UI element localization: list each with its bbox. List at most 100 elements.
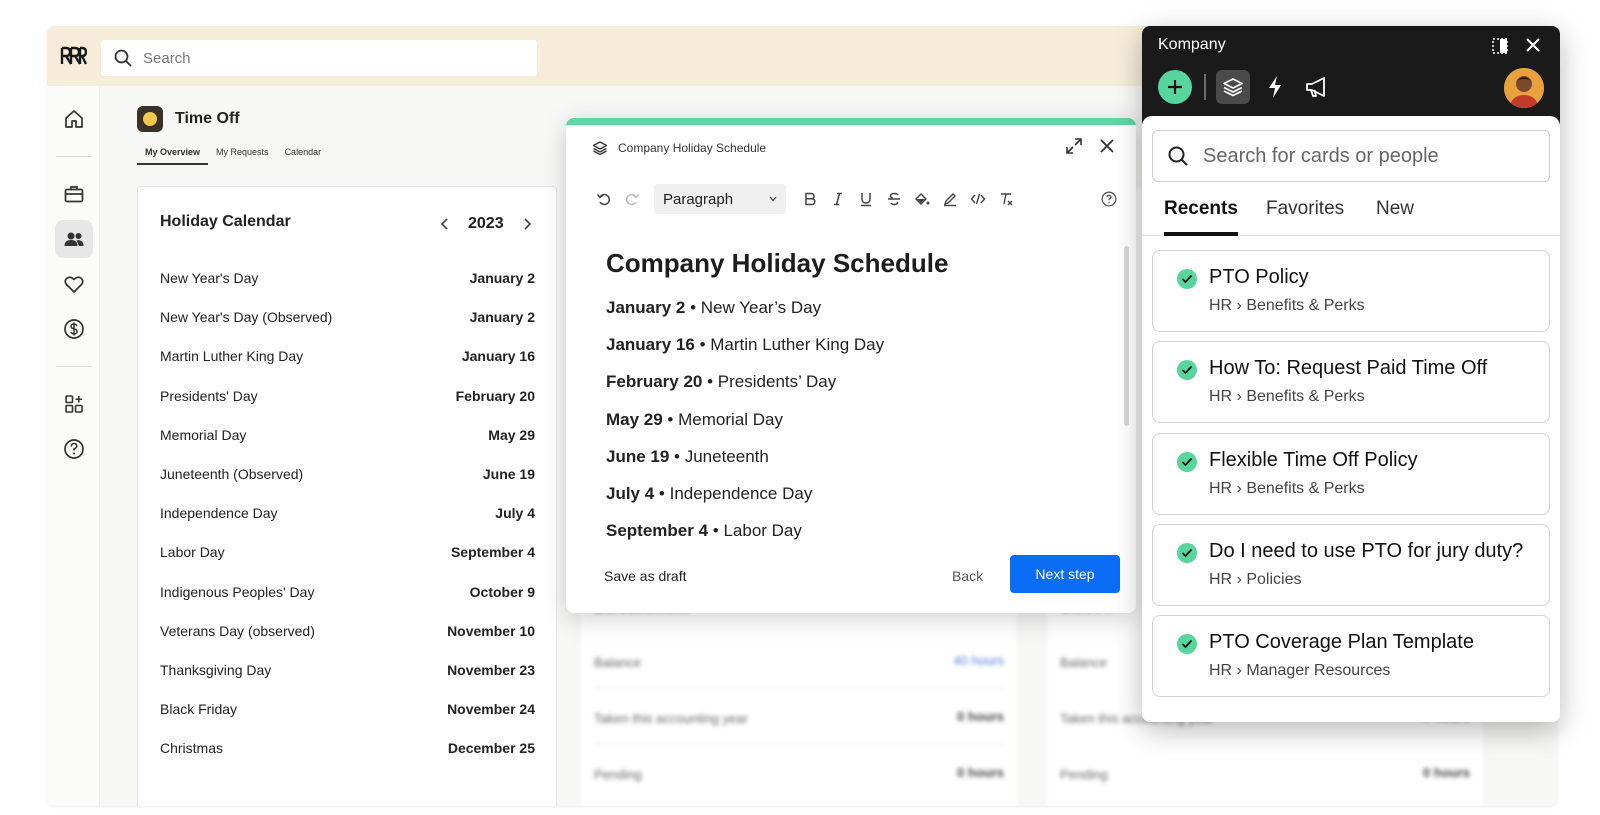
tab-my-overview[interactable]: My Overview — [137, 144, 209, 165]
editor-help-button[interactable] — [1096, 186, 1122, 212]
knowledge-card[interactable]: Flexible Time Off Policy HR › Benefits & … — [1152, 432, 1550, 515]
holiday-name: Memorial Day — [160, 426, 247, 443]
highlighter-icon — [943, 193, 956, 207]
bullet-separator: • — [662, 409, 679, 429]
bold-button[interactable] — [796, 184, 824, 214]
holiday-date: February 20 — [606, 372, 703, 392]
card-breadcrumb: HR › Manager Resources — [1209, 662, 1390, 680]
card-search-input[interactable] — [1203, 144, 1533, 168]
holiday-row: Presidents' Day February 20 — [160, 385, 535, 407]
tab-favorites[interactable]: Favorites — [1266, 198, 1344, 236]
knowledge-card[interactable]: How To: Request Paid Time Off HR › Benefi… — [1152, 341, 1550, 424]
balance-label: Balance — [1060, 655, 1107, 670]
close-icon[interactable] — [1522, 34, 1544, 56]
holiday-date: February 20 — [455, 387, 535, 404]
holiday-row: Thanksgiving Day November 23 — [160, 659, 535, 681]
page-tabs: My Overview My Requests Calendar — [137, 144, 329, 165]
document-line: May 29 • Memorial Day — [606, 410, 783, 430]
underline-button[interactable] — [852, 184, 880, 214]
pending-value: 0 hours — [957, 765, 1004, 780]
highlight-button[interactable] — [936, 184, 964, 214]
prev-year-button[interactable] — [434, 213, 456, 235]
redo-button[interactable] — [618, 184, 646, 214]
knowledge-card[interactable]: Do I need to use PTO for jury duty? HR › … — [1152, 523, 1550, 606]
document-line: July 4 • Independence Day — [606, 484, 812, 504]
strikethrough-button[interactable] — [880, 184, 908, 214]
sidebar-item-jobs[interactable] — [55, 175, 93, 213]
document-title[interactable]: Company Holiday Schedule — [606, 248, 948, 279]
global-search[interactable] — [101, 40, 537, 76]
block-type-select[interactable]: Paragraph — [654, 184, 786, 214]
bold-icon — [805, 192, 816, 206]
holiday-date: January 16 — [606, 335, 695, 355]
search-icon — [114, 49, 132, 67]
sidebar-item-apps[interactable] — [55, 385, 93, 423]
close-icon[interactable] — [1096, 135, 1118, 157]
time-off-app-icon — [137, 106, 163, 132]
card-search[interactable] — [1152, 130, 1550, 182]
holiday-date: January 2 — [469, 309, 535, 326]
knowledge-card[interactable]: PTO Policy HR › Benefits & Perks — [1152, 250, 1550, 332]
holiday-date: October 9 — [469, 583, 535, 600]
italic-button[interactable] — [824, 184, 852, 214]
tab-new[interactable]: New — [1376, 198, 1414, 236]
holiday-calendar-title: Holiday Calendar — [160, 213, 291, 230]
tab-my-requests[interactable]: My Requests — [208, 144, 277, 165]
undo-button[interactable] — [590, 184, 618, 214]
back-button[interactable]: Back — [952, 568, 983, 584]
holiday-name: Presidents’ Day — [717, 372, 837, 392]
clear-format-button[interactable] — [992, 184, 1020, 214]
card-title: How To: Request Paid Time Off — [1209, 357, 1488, 380]
bullet-separator: • — [685, 298, 701, 317]
sidebar-item-help[interactable] — [55, 430, 93, 468]
search-input[interactable] — [143, 49, 523, 67]
next-step-button[interactable]: Next step — [1010, 555, 1120, 593]
holiday-name: Martin Luther King Day — [710, 335, 885, 355]
holiday-date: September 4 — [450, 544, 535, 561]
save-draft-button[interactable]: Save as draft — [604, 568, 687, 584]
breadcrumb-separator: › — [1232, 479, 1247, 497]
company-logo-icon[interactable] — [59, 44, 87, 68]
holiday-name: New Year’s Day — [700, 298, 822, 317]
strikethrough-icon — [888, 192, 900, 206]
expand-icon[interactable] — [1064, 136, 1084, 156]
holiday-name: Labor Day — [160, 544, 225, 561]
pending-label: Pending — [1060, 767, 1108, 782]
holiday-name: Christmas — [160, 740, 224, 757]
fill-color-button[interactable] — [908, 184, 936, 214]
editor-header: Company Holiday Schedule — [592, 140, 766, 156]
next-year-button[interactable] — [516, 213, 538, 235]
sidebar-item-people[interactable] — [55, 220, 93, 258]
code-button[interactable] — [964, 184, 992, 214]
editor-header-title: Company Holiday Schedule — [618, 141, 767, 155]
dock-panel-icon[interactable] — [1490, 36, 1510, 56]
automations-button[interactable] — [1260, 72, 1290, 102]
add-button[interactable] — [1158, 70, 1192, 104]
holiday-name: Black Friday — [160, 701, 238, 718]
tab-calendar[interactable]: Calendar — [277, 144, 330, 165]
year-navigator: 2023 — [434, 213, 538, 235]
user-avatar[interactable] — [1504, 68, 1544, 108]
holiday-date: June 19 — [482, 466, 535, 482]
sidebar-item-home[interactable] — [55, 100, 93, 138]
search-icon — [1168, 146, 1188, 166]
sidebar-item-payroll[interactable] — [55, 310, 93, 348]
cards-button[interactable] — [1216, 70, 1250, 104]
balance-value: 40 hours — [953, 653, 1004, 668]
knowledge-card[interactable]: PTO Coverage Plan Template HR › Manager R… — [1152, 615, 1550, 698]
verified-check-icon — [1177, 360, 1197, 381]
bullet-separator: • — [702, 372, 718, 392]
toolbar-divider — [1204, 74, 1206, 100]
tab-recents[interactable]: Recents — [1164, 198, 1238, 236]
holiday-row: New Year's Day (Observed) January 2 — [160, 306, 535, 328]
balance-label: Balance — [594, 655, 641, 670]
document-line: January 2 • New Year’s Day — [606, 298, 821, 318]
block-type-value: Paragraph — [663, 190, 734, 208]
editor-scrollbar[interactable] — [1124, 246, 1129, 426]
announcements-button[interactable] — [1302, 72, 1332, 102]
progress-bar — [566, 118, 1136, 125]
code-icon — [970, 193, 986, 205]
verified-check-icon — [1177, 451, 1197, 472]
sidebar-item-benefits[interactable] — [55, 265, 93, 303]
row-divider — [594, 687, 1004, 688]
